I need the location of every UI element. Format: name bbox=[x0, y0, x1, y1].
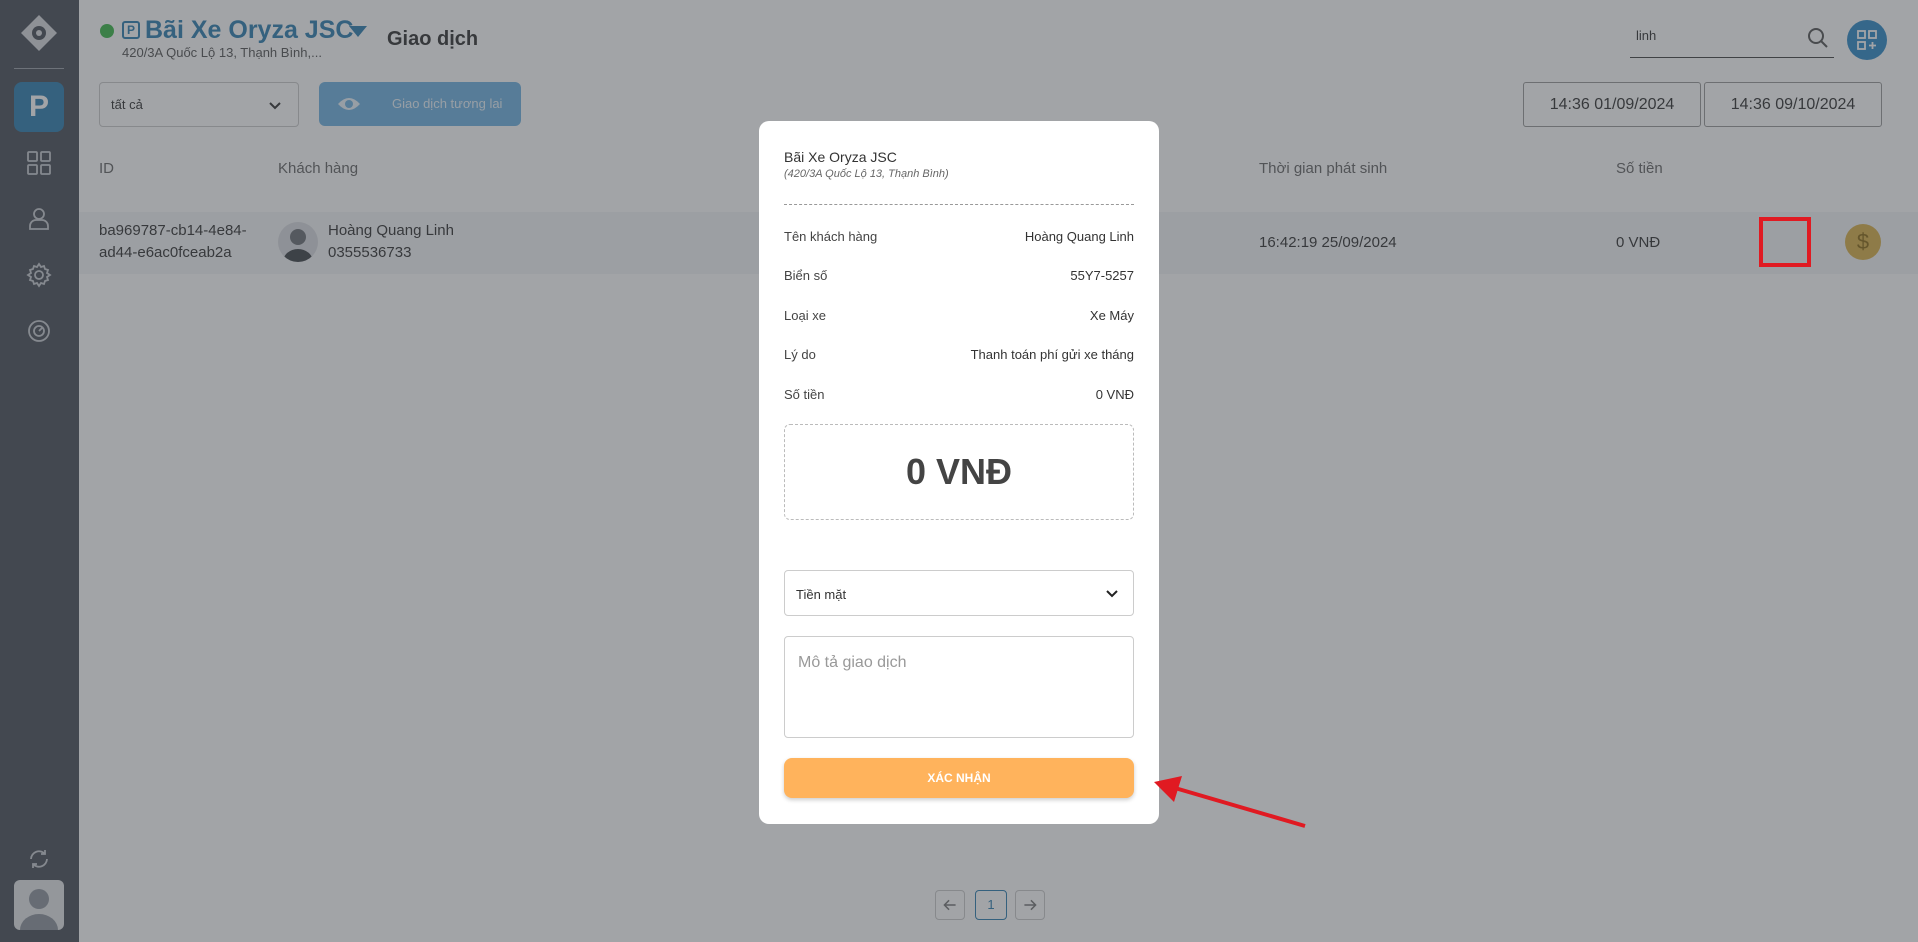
chevron-down-icon bbox=[1106, 590, 1118, 598]
confirm-button[interactable]: XÁC NHẬN bbox=[784, 758, 1134, 798]
field-value-plate: 55Y7-5257 bbox=[1070, 268, 1134, 283]
payment-modal: Bãi Xe Oryza JSC (420/3A Quốc Lộ 13, Thạ… bbox=[759, 121, 1159, 824]
payment-method-value: Tiền mặt bbox=[796, 587, 847, 602]
modal-lot-name: Bãi Xe Oryza JSC bbox=[784, 149, 897, 165]
field-value-reason: Thanh toán phí gửi xe tháng bbox=[970, 347, 1134, 362]
annotation-highlight-box bbox=[1759, 217, 1811, 267]
field-value-customer: Hoàng Quang Linh bbox=[1024, 229, 1134, 244]
amount-display: 0 VNĐ bbox=[784, 424, 1134, 520]
annotation-arrow-icon bbox=[1154, 776, 1306, 828]
field-label-amount: Số tiền bbox=[784, 387, 825, 402]
payment-method-select[interactable]: Tiền mặt bbox=[784, 570, 1134, 616]
modal-divider bbox=[784, 204, 1134, 205]
field-label-vehicle-type: Loại xe bbox=[784, 308, 826, 323]
field-value-vehicle-type: Xe Máy bbox=[1089, 308, 1134, 323]
field-value-amount: 0 VNĐ bbox=[1095, 387, 1134, 402]
field-label-customer: Tên khách hàng bbox=[784, 229, 878, 244]
field-label-reason: Lý do bbox=[784, 347, 816, 362]
modal-lot-address: (420/3A Quốc Lộ 13, Thạnh Bình) bbox=[784, 168, 949, 180]
description-textarea[interactable] bbox=[784, 636, 1134, 738]
field-label-plate: Biển số bbox=[784, 268, 828, 283]
